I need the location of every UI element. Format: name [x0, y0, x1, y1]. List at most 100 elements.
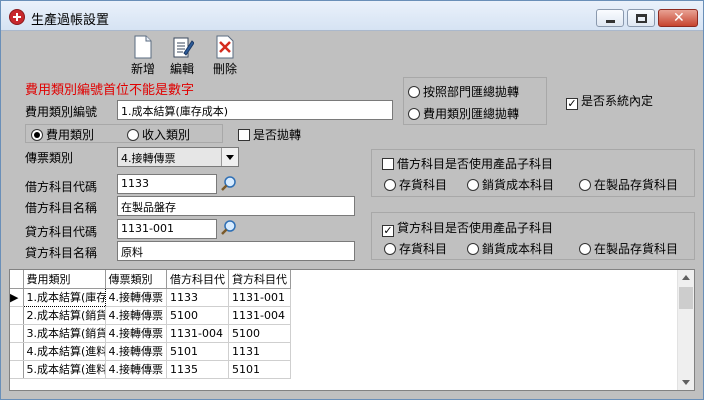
new-label: 新增: [130, 62, 155, 76]
delete-label: 刪除: [212, 62, 237, 76]
credit-subaccount-label: 貸方科目是否使用產品子科目: [397, 221, 554, 235]
table-cell[interactable]: 1135: [166, 360, 229, 379]
table-cell[interactable]: 4.接轉傳票: [105, 360, 167, 379]
table-row[interactable]: 4.成本結算(進料 4.接轉傳票 5101 1131: [10, 342, 291, 361]
edit-label: 編輯: [169, 62, 194, 76]
table-cell[interactable]: 1131-001: [228, 288, 291, 307]
records-grid[interactable]: 費用類別 傳票類別 借方科目代 貸方科目代 ▶ 1.成本結算(庫存 4.接轉傳票…: [9, 269, 695, 391]
table-cell[interactable]: 1131-004: [166, 324, 229, 343]
edit-button[interactable]: 編輯: [162, 33, 202, 76]
table-cell[interactable]: 3.成本結算(銷貨: [23, 324, 106, 343]
vertical-scrollbar[interactable]: [677, 270, 694, 390]
app-icon: [9, 9, 25, 25]
table-row[interactable]: 5.成本結算(進料 4.接轉傳票 1135 5101: [10, 360, 291, 379]
delete-document-icon: [216, 35, 234, 59]
chevron-down-icon[interactable]: [221, 148, 238, 166]
table-cell[interactable]: 5100: [166, 306, 229, 325]
scrollbar-thumb[interactable]: [679, 287, 693, 309]
checkmark-icon: ✓: [382, 224, 394, 237]
debit-subaccount-checkbox[interactable]: 借方科目是否使用產品子科目: [382, 155, 553, 172]
voucher-type-select[interactable]: 4.接轉傳票: [117, 147, 239, 167]
toolbar: 新增 編輯 刪除: [1, 31, 703, 76]
close-button[interactable]: ✕: [658, 9, 698, 27]
table-row[interactable]: 3.成本結算(銷貨 4.接轉傳票 1131-004 5100: [10, 324, 291, 343]
credit-inventory-radio[interactable]: 存貨科目: [384, 240, 447, 257]
credit-code-label: 貸方科目代碼: [25, 225, 98, 239]
debit-wip-label: 在製品存貨科目: [594, 178, 679, 192]
category-summary-label: 費用類別匯總拋轉: [423, 107, 520, 121]
expense-category-radio[interactable]: 費用類別: [31, 126, 94, 143]
expense-category-label: 費用類別: [46, 128, 95, 142]
column-header[interactable]: 傳票類別: [105, 270, 167, 289]
radio-empty-icon: [384, 179, 396, 191]
checkbox-icon: [238, 129, 250, 141]
category-code-label: 費用類別編號: [25, 105, 98, 119]
column-header[interactable]: 借方科目代: [166, 270, 229, 289]
table-cell[interactable]: 5100: [228, 324, 291, 343]
validation-warning: 費用類別編號首位不能是數字: [25, 83, 195, 98]
maximize-icon: [636, 14, 647, 23]
current-row-icon: ▶: [10, 288, 24, 307]
credit-wip-radio[interactable]: 在製品存貨科目: [579, 240, 678, 257]
table-cell[interactable]: 4.接轉傳票: [105, 306, 167, 325]
debit-wip-radio[interactable]: 在製品存貨科目: [579, 176, 678, 193]
column-header[interactable]: 費用類別: [23, 270, 106, 289]
close-icon: ✕: [673, 10, 685, 26]
radio-selected-icon: [31, 129, 43, 141]
table-cell[interactable]: 1133: [166, 288, 229, 307]
maximize-button[interactable]: [627, 9, 655, 27]
table-cell[interactable]: 4.接轉傳票: [105, 324, 167, 343]
radio-empty-icon: [579, 243, 591, 255]
minimize-icon: [606, 20, 615, 23]
table-cell[interactable]: 4.接轉傳票: [105, 288, 167, 307]
table-cell[interactable]: 4.接轉傳票: [105, 342, 167, 361]
radio-empty-icon: [467, 243, 479, 255]
debit-name-field[interactable]: 在製品盤存: [117, 196, 355, 216]
system-default-checkbox[interactable]: ✓ 是否系統內定: [566, 92, 653, 110]
credit-code-field[interactable]: 1131-001: [117, 219, 217, 239]
minimize-button[interactable]: [596, 9, 624, 27]
scroll-down-icon[interactable]: [678, 374, 694, 390]
debit-inventory-radio[interactable]: 存貨科目: [384, 176, 447, 193]
debit-cogs-radio[interactable]: 銷貨成本科目: [467, 176, 554, 193]
row-indicator: [10, 306, 24, 325]
table-cell[interactable]: 1131-004: [228, 306, 291, 325]
title-bar[interactable]: 生產過帳設置 ✕: [1, 1, 703, 31]
table-cell[interactable]: 4.成本結算(進料: [23, 342, 106, 361]
dept-summary-radio[interactable]: 按照部門匯總拋轉: [408, 83, 519, 100]
radio-empty-icon: [408, 108, 420, 120]
debit-name-label: 借方科目名稱: [25, 201, 98, 215]
credit-lookup-icon[interactable]: [221, 220, 237, 236]
debit-code-field[interactable]: 1133: [117, 174, 217, 194]
edit-document-icon: [173, 37, 194, 58]
credit-cogs-label: 銷貨成本科目: [482, 242, 555, 256]
debit-lookup-icon[interactable]: [221, 176, 237, 192]
delete-button[interactable]: 刪除: [205, 33, 245, 76]
table-cell[interactable]: 2.成本結算(銷貨: [23, 306, 106, 325]
column-header[interactable]: 貸方科目代: [228, 270, 291, 289]
category-summary-radio[interactable]: 費用類別匯總拋轉: [408, 105, 519, 122]
credit-subaccount-checkbox[interactable]: ✓ 貸方科目是否使用產品子科目: [382, 219, 553, 237]
table-row[interactable]: 2.成本結算(銷貨 4.接轉傳票 5100 1131-004: [10, 306, 291, 325]
credit-inventory-label: 存貨科目: [399, 242, 448, 256]
table-cell[interactable]: 1.成本結算(庫存: [22, 287, 106, 307]
category-code-field[interactable]: 1.成本結算(庫存成本): [117, 100, 393, 120]
table-cell[interactable]: 1131: [228, 342, 291, 361]
table-cell[interactable]: 5.成本結算(進料: [23, 360, 106, 379]
allocate-checkbox[interactable]: 是否拋轉: [238, 126, 301, 143]
system-default-label: 是否系統內定: [581, 94, 654, 108]
new-button[interactable]: 新增: [123, 33, 163, 76]
table-row[interactable]: ▶ 1.成本結算(庫存 4.接轉傳票 1133 1131-001: [10, 287, 291, 307]
income-category-radio[interactable]: 收入類別: [127, 126, 190, 143]
debit-inventory-label: 存貨科目: [399, 178, 448, 192]
credit-name-field[interactable]: 原料: [117, 241, 355, 261]
radio-empty-icon: [384, 243, 396, 255]
table-cell[interactable]: 5101: [228, 360, 291, 379]
table-cell[interactable]: 5101: [166, 342, 229, 361]
window-title: 生產過帳設置: [31, 13, 110, 28]
credit-wip-label: 在製品存貨科目: [594, 242, 679, 256]
credit-cogs-radio[interactable]: 銷貨成本科目: [467, 240, 554, 257]
scroll-up-icon[interactable]: [678, 270, 694, 286]
new-document-icon: [134, 35, 152, 59]
radio-empty-icon: [127, 129, 139, 141]
